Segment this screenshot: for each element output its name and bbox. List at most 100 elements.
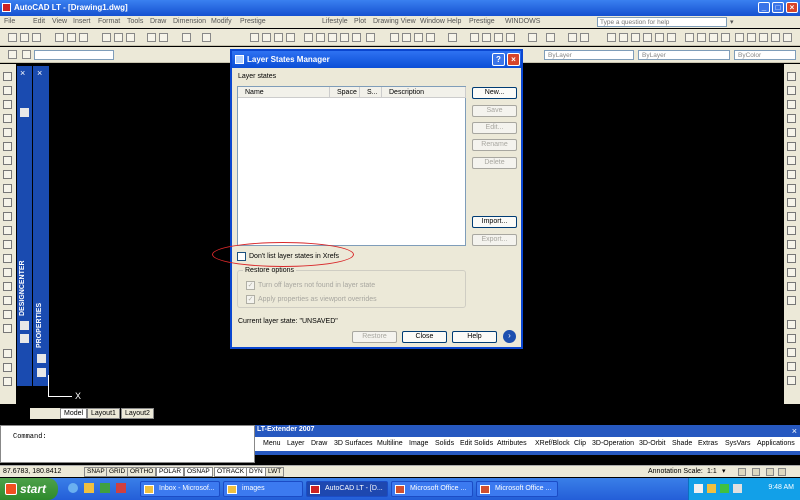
help-icon[interactable]	[366, 33, 375, 42]
otrack-toggle[interactable]: OTRACK	[214, 467, 248, 477]
menu-windows[interactable]: WINDOWS	[505, 18, 540, 25]
annotation-scale-dropdown-icon[interactable]: ▾	[722, 467, 726, 475]
zoom-window-icon[interactable]	[274, 33, 283, 42]
layer-tool-9-icon[interactable]	[709, 33, 718, 42]
color-dropdown[interactable]: ByLayer	[544, 50, 634, 60]
tab-layout2[interactable]: Layout2	[121, 408, 154, 419]
preview-icon[interactable]	[67, 33, 76, 42]
ext-menu-applications[interactable]: Applications	[757, 440, 795, 447]
layer-tool-4-icon[interactable]	[643, 33, 652, 42]
menu-edit[interactable]: Edit	[33, 18, 45, 25]
snap-toggle[interactable]: SNAP	[84, 467, 108, 477]
modify-extra-3-icon[interactable]	[787, 348, 796, 357]
ext-menu-3d-surfaces[interactable]: 3D Surfaces	[334, 440, 373, 447]
ext-menu-extras[interactable]: Extras	[698, 440, 718, 447]
find-icon[interactable]	[528, 33, 537, 42]
ext-menu-3d-operation[interactable]: 3D-Operation	[592, 440, 634, 447]
polar-toggle[interactable]: POLAR	[156, 467, 185, 477]
fillet-icon[interactable]	[787, 282, 796, 291]
lwt-toggle[interactable]: LWT	[265, 467, 285, 477]
calculator-icon[interactable]	[352, 33, 361, 42]
redo-icon[interactable]	[202, 33, 211, 42]
ellipse-icon[interactable]	[3, 198, 12, 207]
qnew-icon[interactable]	[8, 33, 17, 42]
palette-close-icon[interactable]: ×	[20, 68, 25, 78]
close-button[interactable]: ×	[786, 2, 798, 13]
ext-menu-draw[interactable]: Draw	[311, 440, 327, 447]
layer-tool-12-icon[interactable]	[747, 33, 756, 42]
rotate-icon[interactable]	[787, 156, 796, 165]
pan-icon[interactable]	[250, 33, 259, 42]
gradient-icon[interactable]	[3, 282, 12, 291]
open-icon[interactable]	[20, 33, 29, 42]
properties-close-icon[interactable]: ×	[37, 68, 42, 78]
menu-lifestyle[interactable]: Lifestyle	[322, 18, 348, 25]
text-style-icon[interactable]	[482, 33, 491, 42]
tray-icon-4[interactable]	[733, 484, 742, 493]
text-format-icon[interactable]	[568, 33, 577, 42]
text-icon[interactable]	[470, 33, 479, 42]
save-button[interactable]: Save	[472, 105, 517, 117]
command-line[interactable]: Command:	[0, 425, 255, 463]
palette-autohide-icon[interactable]	[20, 321, 29, 330]
layer-states-list[interactable]: Name Space S... Description	[237, 86, 466, 246]
dim-radius-icon[interactable]	[448, 33, 457, 42]
close-dialog-button[interactable]: Close	[402, 331, 447, 343]
rectangle-icon[interactable]	[3, 128, 12, 137]
table-icon[interactable]	[3, 310, 12, 319]
annotation-scale-value[interactable]: 1:1	[707, 468, 717, 475]
start-button[interactable]: start	[0, 478, 58, 500]
ext-menu-solids[interactable]: Solids	[435, 440, 454, 447]
annotation-visibility-icon[interactable]	[738, 468, 746, 476]
spell-check-icon[interactable]	[506, 33, 515, 42]
match-properties-icon[interactable]	[147, 33, 156, 42]
properties-icon[interactable]	[304, 33, 313, 42]
hatch-icon[interactable]	[3, 268, 12, 277]
menu-prestige-2[interactable]: Prestige	[469, 18, 495, 25]
modify-extra-2-icon[interactable]	[787, 334, 796, 343]
menu-dimension[interactable]: Dimension	[173, 18, 206, 25]
lock-icon[interactable]	[766, 468, 774, 476]
region-icon[interactable]	[3, 296, 12, 305]
layer-tool-1-icon[interactable]	[607, 33, 616, 42]
ext-menu-layer[interactable]: Layer	[287, 440, 305, 447]
circle-icon[interactable]	[3, 156, 12, 165]
layer-dropdown[interactable]	[34, 50, 114, 60]
scale-icon[interactable]	[787, 170, 796, 179]
ext-menu-clip[interactable]: Clip	[574, 440, 586, 447]
layer-tool-5-icon[interactable]	[655, 33, 664, 42]
palette-menu-icon[interactable]	[20, 108, 29, 117]
draw-tool-extra-2-icon[interactable]	[3, 363, 12, 372]
plotstyle-dropdown[interactable]: ByColor	[734, 50, 796, 60]
publish-icon[interactable]	[79, 33, 88, 42]
delete-button[interactable]: Delete	[472, 157, 517, 169]
quicklaunch-media-icon[interactable]	[116, 483, 126, 493]
join-icon[interactable]	[787, 254, 796, 263]
ellipse-arc-icon[interactable]	[3, 212, 12, 221]
offset-icon[interactable]	[787, 114, 796, 123]
task-office-2[interactable]: Microsoft Office ...	[476, 481, 558, 497]
dim-baseline-icon[interactable]	[414, 33, 423, 42]
ext-menu-sysvars[interactable]: SysVars	[725, 440, 751, 447]
minimize-button[interactable]: _	[758, 2, 770, 13]
construction-line-icon[interactable]	[3, 86, 12, 95]
layer-tool-10-icon[interactable]	[721, 33, 730, 42]
dim-linear-icon[interactable]	[390, 33, 399, 42]
task-office-1[interactable]: Microsoft Office ...	[391, 481, 473, 497]
draw-tool-extra-1-icon[interactable]	[3, 349, 12, 358]
column-description[interactable]: Description	[382, 87, 466, 98]
linetype-dropdown[interactable]: ByLayer	[638, 50, 730, 60]
array-icon[interactable]	[787, 128, 796, 137]
copy-object-icon[interactable]	[787, 86, 796, 95]
turn-off-layers-checkbox[interactable]: ✓	[246, 281, 255, 290]
ext-menu-menu[interactable]: Menu	[263, 440, 281, 447]
coordinate-readout[interactable]: 87.6783, 180.8412	[3, 468, 61, 475]
dialog-help-button[interactable]: ?	[492, 53, 505, 66]
more-options-arrow-icon[interactable]: ›	[503, 330, 516, 343]
lightbulb-icon[interactable]	[22, 50, 31, 59]
designcenter-palette[interactable]: × DESIGNCENTER	[17, 66, 32, 386]
lt-extender-close-icon[interactable]: ×	[792, 426, 797, 436]
column-name[interactable]: Name	[238, 87, 330, 98]
auto-scale-icon[interactable]	[752, 468, 760, 476]
copy-icon[interactable]	[114, 33, 123, 42]
